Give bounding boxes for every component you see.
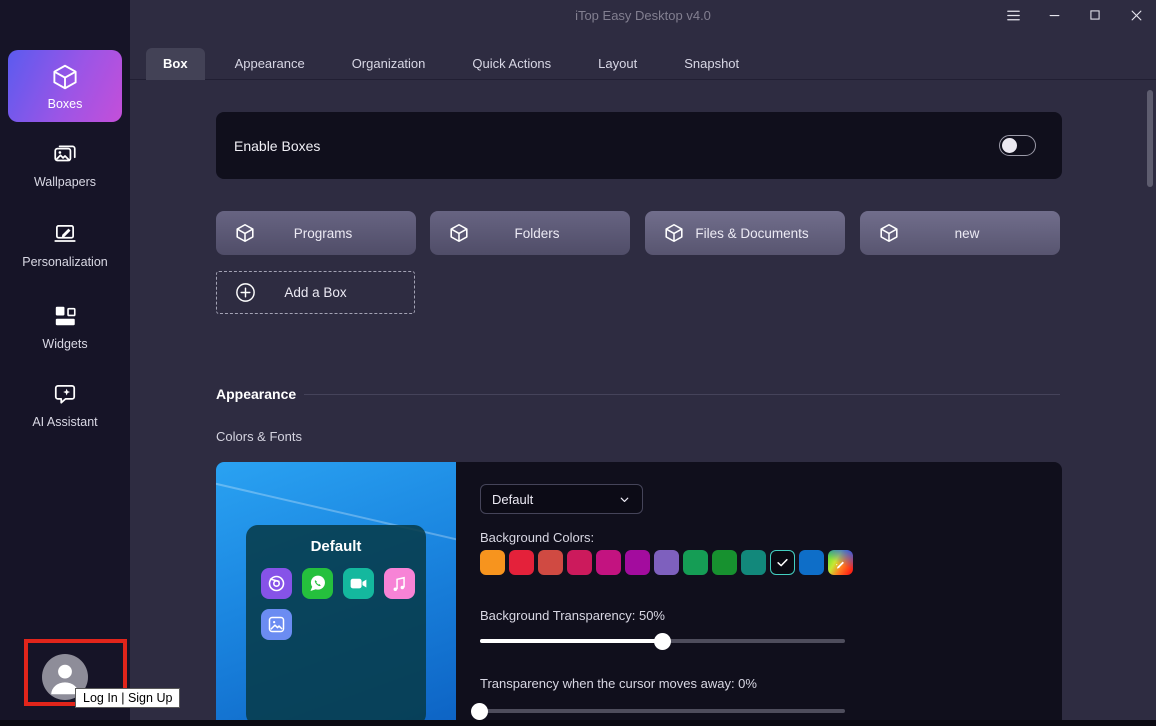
maximize-icon[interactable] [1085, 5, 1105, 25]
style-dropdown-value: Default [492, 492, 533, 507]
box-cube-icon [234, 222, 256, 244]
appearance-section-title: Appearance [216, 386, 296, 402]
vertical-scrollbar[interactable] [1147, 90, 1153, 187]
tab-box[interactable]: Box [146, 48, 205, 80]
ai-assistant-icon [52, 381, 78, 407]
video-icon [343, 568, 374, 599]
tabbar: Box Appearance Organization Quick Action… [146, 48, 756, 80]
personalization-icon [52, 221, 78, 247]
preview-app-icon-grid [261, 568, 417, 640]
tab-organization[interactable]: Organization [335, 48, 443, 80]
widgets-icon [52, 303, 78, 329]
color-swatch-violet[interactable] [625, 550, 650, 575]
background-color-swatches [480, 550, 853, 575]
color-swatch-blue[interactable] [799, 550, 824, 575]
add-a-box-button[interactable]: Add a Box [216, 271, 415, 314]
window-title: iTop Easy Desktop v4.0 [575, 8, 711, 23]
box-button-new[interactable]: new [860, 211, 1060, 255]
color-swatch-selected[interactable] [770, 550, 795, 575]
slider-track[interactable] [480, 709, 845, 713]
custom-color-picker-swatch[interactable] [828, 550, 853, 575]
sidebar-item-boxes[interactable]: Boxes [8, 50, 122, 122]
whatsapp-icon [302, 568, 333, 599]
color-swatch-rose[interactable] [567, 550, 592, 575]
sidebar-item-personalization[interactable]: Personalization [0, 221, 130, 269]
window-bottom-edge [0, 720, 1156, 726]
menu-icon[interactable] [1003, 5, 1023, 25]
sidebar-item-label: Widgets [42, 337, 87, 351]
sidebar-item-ai-assistant[interactable]: AI Assistant [0, 381, 130, 429]
box-button-programs[interactable]: Programs [216, 211, 416, 255]
bg-transparency-label: Background Transparency: 50% [480, 608, 665, 623]
slider-thumb[interactable] [471, 703, 488, 720]
slider-thumb[interactable] [654, 633, 671, 650]
enable-boxes-toggle[interactable] [999, 135, 1036, 156]
color-swatch-brick[interactable] [538, 550, 563, 575]
sidebar-item-widgets[interactable]: Widgets [0, 303, 130, 351]
chevron-down-icon [618, 493, 631, 506]
colors-fonts-title: Colors & Fonts [216, 429, 302, 444]
cursor-transparency-label: Transparency when the cursor moves away:… [480, 676, 757, 691]
check-icon [775, 555, 790, 570]
style-dropdown[interactable]: Default [480, 484, 643, 514]
enable-boxes-card: Enable Boxes [216, 112, 1062, 179]
wallpapers-icon [52, 141, 78, 167]
background-colors-label: Background Colors: [480, 530, 594, 545]
toggle-knob [1002, 138, 1017, 153]
slider-fill [480, 639, 663, 643]
box-cube-icon [448, 222, 470, 244]
bg-transparency-slider[interactable] [480, 632, 845, 649]
tab-snapshot[interactable]: Snapshot [667, 48, 756, 80]
section-divider [304, 394, 1060, 395]
colors-fonts-card: Default [216, 462, 1062, 726]
chrome-icon [261, 568, 292, 599]
preview-box-panel: Default [246, 525, 426, 726]
tab-layout[interactable]: Layout [581, 48, 654, 80]
sidebar-item-wallpapers[interactable]: Wallpapers [0, 141, 130, 189]
enable-boxes-label: Enable Boxes [234, 138, 320, 154]
box-cube-icon [50, 62, 80, 92]
color-swatch-green[interactable] [683, 550, 708, 575]
color-swatch-magenta[interactable] [596, 550, 621, 575]
login-signup-tooltip[interactable]: Log In | Sign Up [75, 688, 180, 708]
window-controls [1003, 0, 1146, 30]
tab-quick-actions[interactable]: Quick Actions [455, 48, 568, 80]
box-cube-icon [663, 222, 685, 244]
color-swatch-orange[interactable] [480, 550, 505, 575]
color-swatch-dark-green[interactable] [712, 550, 737, 575]
eyedropper-pen-icon [833, 555, 848, 570]
color-swatch-red[interactable] [509, 550, 534, 575]
sidebar-item-label: Personalization [22, 255, 107, 269]
box-cube-icon [878, 222, 900, 244]
minimize-icon[interactable] [1044, 5, 1064, 25]
plus-circle-icon [234, 281, 257, 304]
sidebar-item-label: Wallpapers [34, 175, 96, 189]
color-swatch-teal[interactable] [741, 550, 766, 575]
box-style-preview: Default [216, 462, 456, 726]
cursor-transparency-slider[interactable] [480, 702, 845, 719]
color-swatch-purple[interactable] [654, 550, 679, 575]
tab-appearance[interactable]: Appearance [218, 48, 322, 80]
close-icon[interactable] [1126, 5, 1146, 25]
sidebar-item-label: Boxes [48, 97, 83, 111]
box-button-folders[interactable]: Folders [430, 211, 630, 255]
sidebar: Boxes Wallpapers Personalization [0, 0, 130, 726]
box-button-files-documents[interactable]: Files & Documents [645, 211, 845, 255]
preview-box-title: Default [246, 538, 426, 555]
music-icon [384, 568, 415, 599]
sidebar-item-label: AI Assistant [32, 415, 97, 429]
gallery-icon [261, 609, 292, 640]
